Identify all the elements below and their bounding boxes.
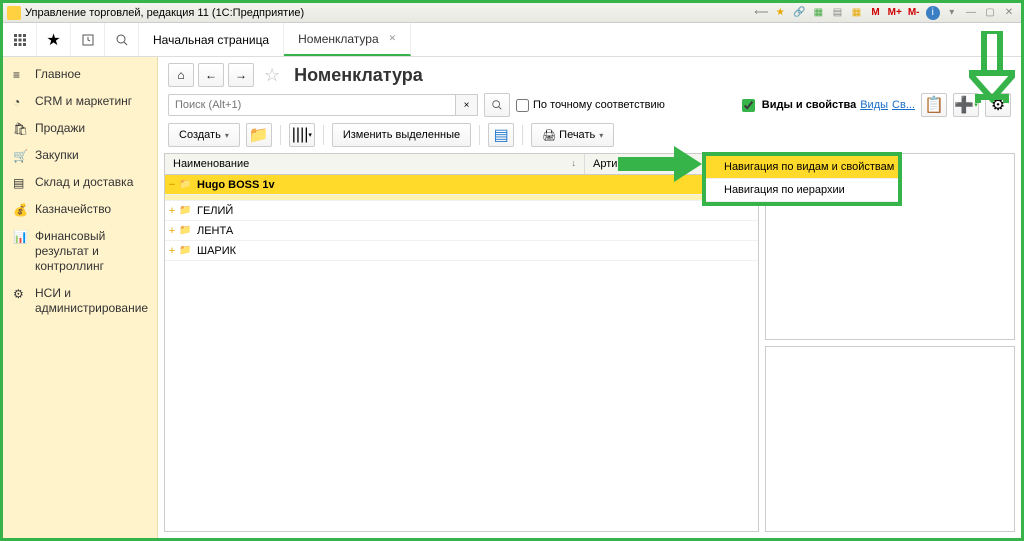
tools-icon[interactable]: ▦ <box>811 6 825 20</box>
annotation-arrow-down <box>969 31 1015 108</box>
app-icon <box>7 6 21 20</box>
sidebar-item-crm[interactable]: ◔ CRM и маркетинг <box>3 88 157 115</box>
row-expand-icon[interactable]: + <box>165 245 179 257</box>
boxes-icon: ▤ <box>13 176 27 190</box>
menu-lines-icon: ≡ <box>13 68 27 82</box>
properties-link[interactable]: Св... <box>892 99 915 111</box>
folder-icon: 📁 <box>179 205 193 216</box>
m-minus-icon[interactable]: M- <box>907 6 921 20</box>
create-group-button[interactable]: 📁 <box>246 123 272 147</box>
minimize-icon[interactable]: — <box>964 6 978 20</box>
window-title: Управление торговлей, редакция 11 (1С:Пр… <box>25 7 304 19</box>
maximize-icon[interactable]: ▢ <box>983 6 997 20</box>
sort-indicator-icon: ↓ <box>572 158 577 170</box>
barcode-button[interactable]: ||||▾ <box>289 123 315 147</box>
sidebar-item-main[interactable]: ≡ Главное <box>3 61 157 88</box>
money-icon: 💰 <box>13 203 27 217</box>
table-row[interactable]: + 📁 ШАРИК <box>165 241 758 261</box>
m-icon[interactable]: M <box>869 6 883 20</box>
types-properties-checkbox[interactable]: Виды и свойства Виды Св... <box>738 96 915 115</box>
data-grid: Наименование ↓ Артикул − 📁 Hugo BOSS 1v <box>164 153 759 532</box>
row-expand-icon[interactable]: + <box>165 205 179 217</box>
forward-button[interactable]: → <box>228 63 254 87</box>
sidebar-item-nsi[interactable]: ⚙ НСИ и администрирование <box>3 280 157 322</box>
m-plus-icon[interactable]: M+ <box>888 6 902 20</box>
title-bar: Управление торговлей, редакция 11 (1С:Пр… <box>3 3 1021 23</box>
tab-nomenclature[interactable]: Номенклатура ✕ <box>284 23 411 56</box>
tab-home[interactable]: Начальная страница <box>139 23 284 56</box>
page-title: Номенклатура <box>294 65 423 86</box>
folder-icon: 📁 <box>179 225 193 236</box>
chart-icon: 📊 <box>13 230 27 244</box>
star-icon[interactable]: ★ <box>773 6 787 20</box>
sidebar-item-warehouse[interactable]: ▤ Склад и доставка <box>3 169 157 196</box>
grid-menu-icon[interactable] <box>3 23 37 56</box>
list-mode-button[interactable]: ▤ <box>488 123 514 147</box>
gear-icon: ⚙ <box>13 287 27 301</box>
menu-icon[interactable]: ▾ <box>945 6 959 20</box>
search-tool-icon[interactable] <box>105 23 139 56</box>
back-button[interactable]: ← <box>198 63 224 87</box>
info-icon[interactable]: i <box>926 6 940 20</box>
print-button[interactable]: 🖨 Печать▾ <box>531 123 614 147</box>
cart-icon: 🛒 <box>13 149 27 163</box>
col-name-header[interactable]: Наименование ↓ <box>165 154 585 174</box>
folder-icon: 📁 <box>179 245 193 256</box>
table-row[interactable]: + 📁 ЛЕНТА <box>165 221 758 241</box>
bag-icon: 🛍 <box>13 122 27 136</box>
tab-bar: ★ Начальная страница Номенклатура ✕ <box>3 23 1021 57</box>
search-clear-icon[interactable]: × <box>456 94 478 116</box>
magnifier-button[interactable] <box>484 93 510 117</box>
row-expand-icon[interactable]: − <box>165 179 179 191</box>
grid-body[interactable]: − 📁 Hugo BOSS 1v + 📁 ГЕЛИЙ + 📁 ЛЕНТА <box>165 175 758 531</box>
favorite-icon[interactable]: ☆ <box>264 65 280 86</box>
nav-icon[interactable]: ⟵ <box>754 6 768 20</box>
sidebar-item-finance[interactable]: 📊 Финансовый результат и контроллинг <box>3 223 157 280</box>
close-icon[interactable]: ✕ <box>1002 6 1016 20</box>
row-expand-icon[interactable]: + <box>165 225 179 237</box>
home-button[interactable]: ⌂ <box>168 63 194 87</box>
calendar-icon[interactable]: ▦ <box>850 6 864 20</box>
sidebar-item-purchases[interactable]: 🛒 Закупки <box>3 142 157 169</box>
table-row[interactable]: + 📁 ГЕЛИЙ <box>165 201 758 221</box>
create-button[interactable]: Создать▾ <box>168 123 240 147</box>
main-area: ⌂ ← → ☆ Номенклатура × По точному соотве… <box>158 57 1021 538</box>
link-icon[interactable]: 🔗 <box>792 6 806 20</box>
exact-match-checkbox[interactable]: По точному соответствию <box>516 99 665 112</box>
menu-item-nav-hierarchy[interactable]: Навигация по иерархии <box>706 179 898 202</box>
types-link[interactable]: Виды <box>860 99 888 111</box>
calc-icon[interactable]: ▤ <box>830 6 844 20</box>
sidebar-item-sales[interactable]: 🛍 Продажи <box>3 115 157 142</box>
pie-icon: ◔ <box>13 95 27 109</box>
search-input-wrap: × <box>168 94 478 116</box>
right-panels <box>765 153 1015 532</box>
search-input[interactable] <box>168 94 456 116</box>
print-icon: 🖨 <box>542 129 556 142</box>
folder-icon: 📁 <box>179 179 193 190</box>
star-tool-icon[interactable]: ★ <box>37 23 71 56</box>
copy-button[interactable]: 📋 <box>921 93 947 117</box>
sidebar-item-treasury[interactable]: 💰 Казначейство <box>3 196 157 223</box>
tab-close-icon[interactable]: ✕ <box>389 33 397 44</box>
history-icon[interactable] <box>71 23 105 56</box>
system-icons: ⟵ ★ 🔗 ▦ ▤ ▦ M M+ M- i ▾ — ▢ ✕ <box>753 6 1017 20</box>
bottom-right-pane <box>765 346 1015 533</box>
navigation-menu: Навигация по видам и свойствам Навигация… <box>702 152 902 206</box>
change-selected-button[interactable]: Изменить выделенные <box>332 123 471 147</box>
menu-item-nav-types[interactable]: Навигация по видам и свойствам <box>706 156 898 179</box>
annotation-arrow-right <box>618 146 702 187</box>
sidebar: ≡ Главное ◔ CRM и маркетинг 🛍 Продажи 🛒 … <box>3 57 158 538</box>
